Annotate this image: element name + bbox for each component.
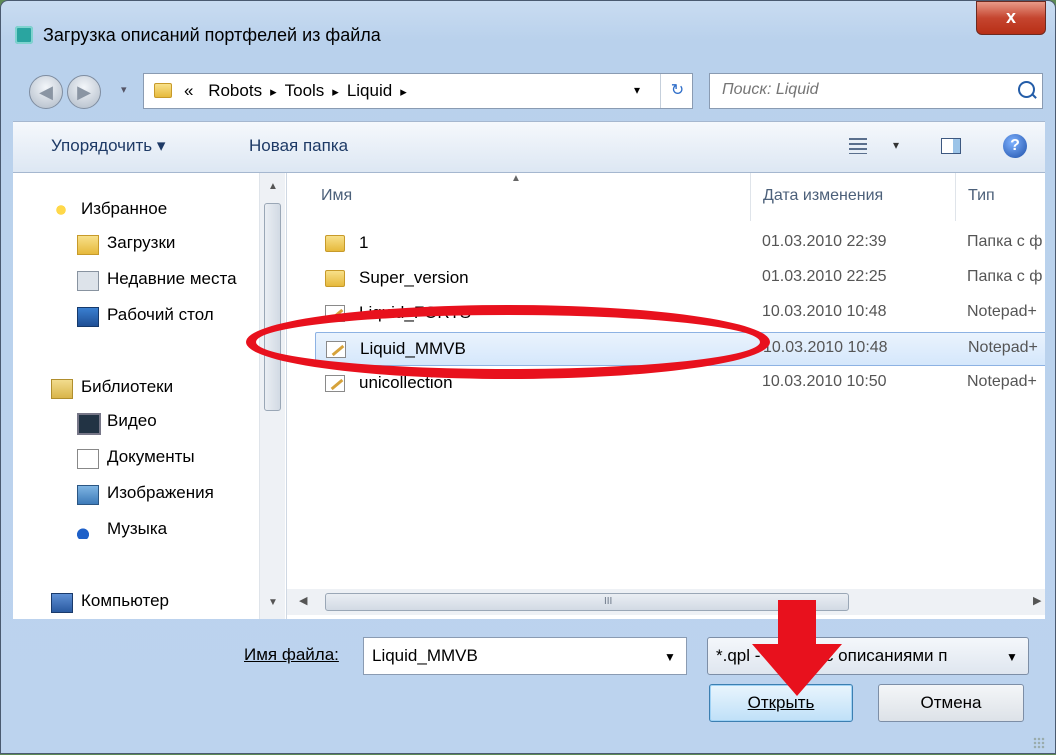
documents-icon <box>77 449 99 469</box>
refresh-icon[interactable]: ↻ <box>660 74 694 108</box>
sort-ascending-icon: ▲ <box>511 173 521 184</box>
scroll-left-icon[interactable]: ◀ <box>299 594 307 607</box>
filter-dropdown-icon[interactable]: ▼ <box>1006 650 1018 664</box>
folder-icon <box>154 83 172 98</box>
command-toolbar: Упорядочить ▾ Новая папка ▾ ? <box>13 121 1045 173</box>
table-row[interactable]: Super_version 01.03.2010 22:25 Папка с ф <box>315 262 1045 296</box>
organize-button[interactable]: Упорядочить ▾ <box>51 136 165 156</box>
file-type: Notepad+ <box>967 373 1037 390</box>
scroll-right-icon[interactable]: ▶ <box>1033 594 1041 607</box>
views-icon[interactable] <box>849 138 867 154</box>
pictures-icon <box>77 485 99 505</box>
sidebar-scrollbar[interactable]: ▲ ▼ <box>259 173 285 619</box>
column-header-date[interactable]: Дата изменения <box>751 173 956 221</box>
file-name: 1 <box>359 233 369 252</box>
scroll-up-icon[interactable]: ▲ <box>268 181 278 192</box>
forward-arrow-icon[interactable]: ▶ <box>67 75 101 109</box>
breadcrumb-prefix[interactable]: « <box>184 81 193 100</box>
recent-places-icon <box>77 271 99 291</box>
notepad-file-icon <box>325 375 345 392</box>
table-row[interactable]: 1 01.03.2010 22:39 Папка с ф <box>315 227 1045 261</box>
breadcrumb-separator[interactable]: ▸ <box>270 84 277 99</box>
column-header-label: Имя <box>321 187 353 204</box>
app-icon <box>15 26 33 44</box>
sidebar-item-label: Избранное <box>81 199 168 218</box>
file-type: Папка с ф <box>967 233 1043 250</box>
sidebar-item-label: Загрузки <box>107 233 176 252</box>
search-input[interactable] <box>720 80 1004 100</box>
search-icon[interactable] <box>1018 81 1035 98</box>
views-dropdown-icon[interactable]: ▾ <box>893 138 899 152</box>
filename-input[interactable] <box>370 645 644 667</box>
breadcrumb-robots[interactable]: Robots <box>208 81 262 100</box>
breadcrumb-separator[interactable]: ▸ <box>332 84 339 99</box>
video-icon <box>77 413 101 435</box>
help-icon[interactable]: ? <box>1003 134 1027 158</box>
scroll-grip: III <box>604 596 613 607</box>
filename-label: Имя файла: <box>244 645 339 665</box>
computer-icon <box>51 593 73 613</box>
filename-dropdown-icon[interactable]: ▼ <box>664 650 676 664</box>
close-button[interactable]: x <box>976 1 1046 35</box>
new-folder-button[interactable]: Новая папка <box>249 136 348 156</box>
scroll-down-icon[interactable]: ▼ <box>268 597 278 608</box>
sidebar-item-label: Музыка <box>107 519 168 538</box>
sidebar-item-label: Рабочий стол <box>107 305 214 324</box>
sidebar-item-label: Изображения <box>107 483 214 502</box>
address-bar[interactable]: « Robots ▸ Tools ▸ Liquid ▸ ▾ ↻ <box>143 73 693 109</box>
file-name: Super_version <box>359 268 469 287</box>
file-date: 10.03.2010 10:48 <box>762 303 887 320</box>
libraries-icon <box>51 379 73 399</box>
breadcrumb: « Robots ▸ Tools ▸ Liquid ▸ <box>184 81 415 101</box>
music-icon <box>77 521 97 539</box>
sidebar-item-label: Документы <box>107 447 195 466</box>
back-arrow-icon[interactable]: ◀ <box>29 75 63 109</box>
search-box[interactable] <box>709 73 1043 109</box>
breadcrumb-liquid[interactable]: Liquid <box>347 81 392 100</box>
file-date: 10.03.2010 10:50 <box>762 373 887 390</box>
column-header-label: Дата изменения <box>763 187 884 204</box>
column-header-name[interactable]: ▲ Имя <box>287 173 751 221</box>
filename-label-text: Имя файла: <box>244 645 339 664</box>
title-bar: Загрузка описаний портфелей из файла x <box>1 1 1055 65</box>
column-header-type[interactable]: Тип <box>956 173 1045 221</box>
file-type: Папка с ф <box>967 268 1043 285</box>
window-title: Загрузка описаний портфелей из файла <box>43 25 381 45</box>
file-list: ▲ Имя Дата изменения Тип 1 01.03.2010 22… <box>287 173 1045 619</box>
downloads-folder-icon <box>77 235 99 255</box>
file-type: Notepad+ <box>968 339 1038 356</box>
star-icon <box>51 201 71 219</box>
highlight-ellipse-annotation <box>246 305 770 379</box>
navigation-pane: Избранное Загрузки Недавние места Рабочи… <box>13 173 287 619</box>
filename-field[interactable]: ▼ <box>363 637 687 675</box>
folder-icon <box>325 270 345 287</box>
dialog-footer: Имя файла: ▼ *.qpl - файлы с описаниями … <box>1 619 1055 755</box>
breadcrumb-tools[interactable]: Tools <box>285 81 325 100</box>
desktop-icon <box>77 307 99 327</box>
cancel-button[interactable]: Отмена <box>878 684 1024 722</box>
sidebar-item-label: Компьютер <box>81 591 169 610</box>
sidebar-item-label: Видео <box>107 411 157 430</box>
address-dropdown-icon[interactable]: ▾ <box>634 83 640 97</box>
folder-icon <box>325 235 345 252</box>
sidebar-item-label: Библиотеки <box>81 377 174 396</box>
file-type: Notepad+ <box>967 303 1037 320</box>
filelist-horizontal-scrollbar[interactable]: ◀ III ▶ <box>287 589 1045 615</box>
recent-pages-dropdown[interactable]: ▾ <box>121 83 127 96</box>
sidebar-item-label: Недавние места <box>107 269 237 288</box>
column-header-label: Тип <box>968 187 995 204</box>
file-date: 10.03.2010 10:48 <box>763 339 888 356</box>
scroll-thumb[interactable] <box>264 203 281 411</box>
file-date: 01.03.2010 22:39 <box>762 233 887 250</box>
resize-grip-icon[interactable] <box>1033 737 1045 749</box>
file-date: 01.03.2010 22:25 <box>762 268 887 285</box>
breadcrumb-separator[interactable]: ▸ <box>400 84 407 99</box>
navigation-bar: ◀ ▶ ▾ « Robots ▸ Tools ▸ Liquid ▸ ▾ ↻ <box>1 65 1055 117</box>
preview-pane-icon[interactable] <box>941 138 961 154</box>
down-arrow-annotation-icon <box>752 600 842 696</box>
